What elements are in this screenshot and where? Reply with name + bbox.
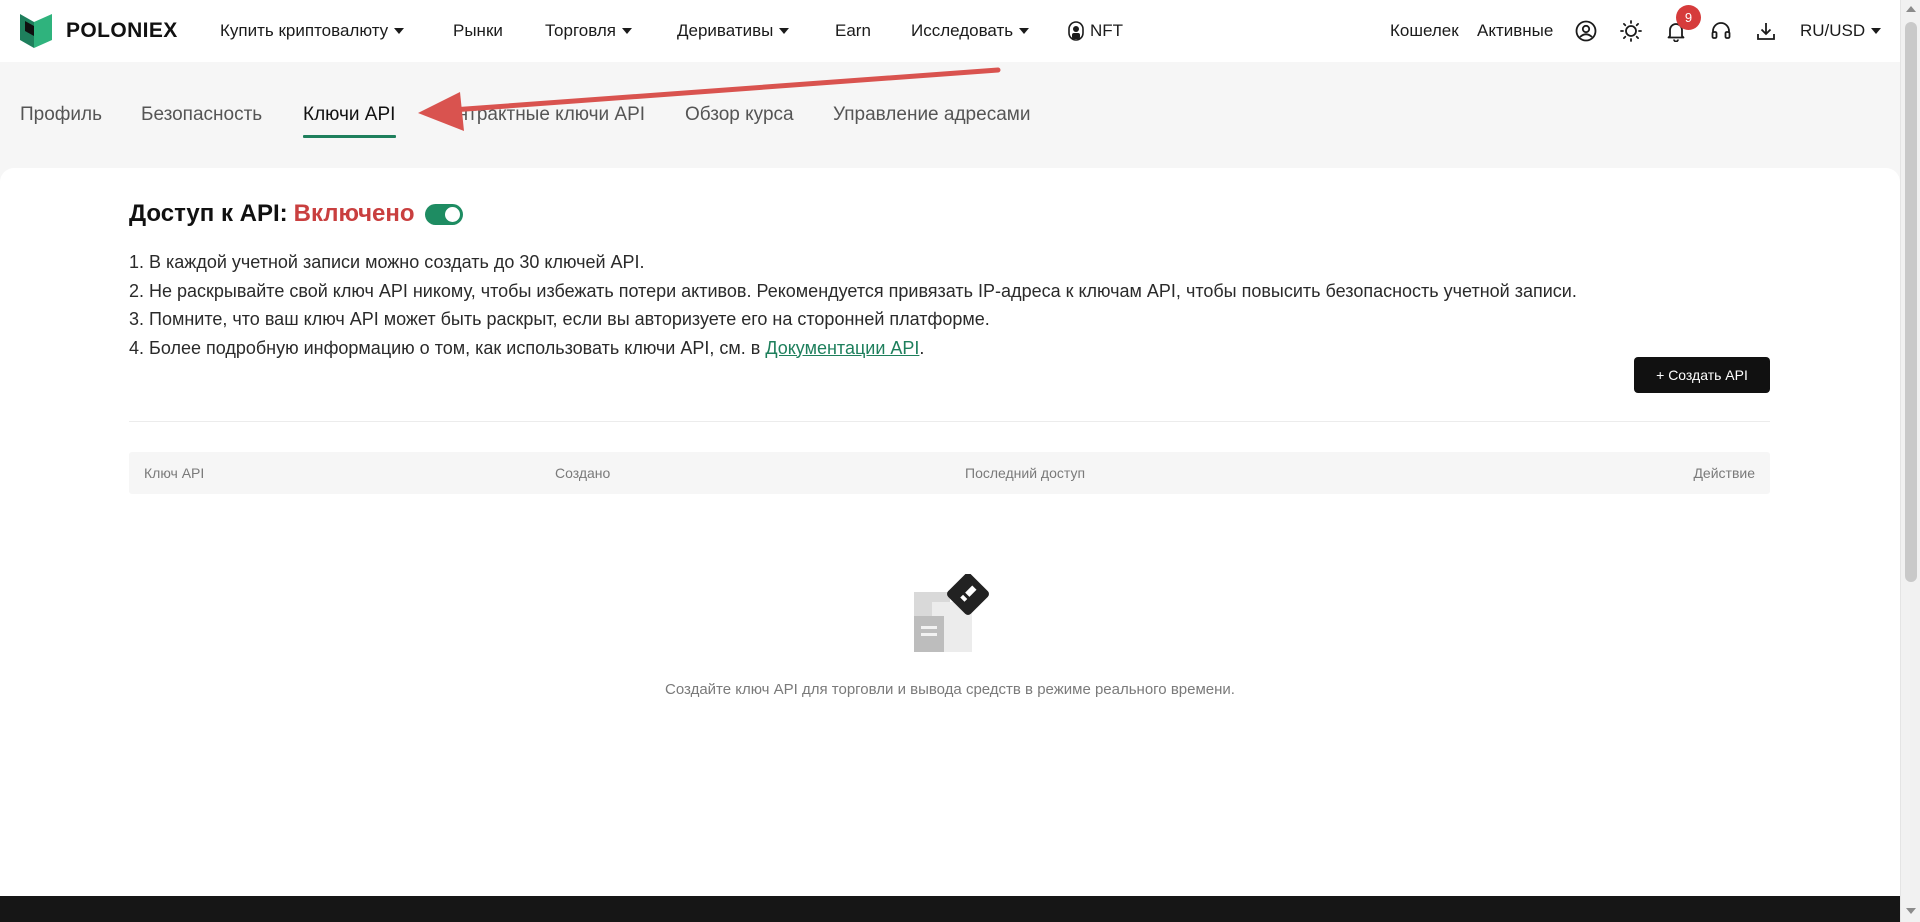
locale-label: RU/USD <box>1800 21 1866 40</box>
api-keys-panel: Доступ к API: Включено 1. В каждой учетн… <box>0 168 1900 896</box>
nav-derivatives-label: Деривативы <box>677 21 774 40</box>
nav-explore[interactable]: Исследовать <box>911 21 1030 41</box>
rule-item: 2. Не раскрывайте свой ключ API никому, … <box>129 280 1577 301</box>
locale-selector[interactable]: RU/USD <box>1800 21 1882 41</box>
api-access-toggle[interactable] <box>424 203 463 225</box>
nav-earn-label: Earn <box>835 21 871 40</box>
section-divider <box>129 421 1770 422</box>
download-icon <box>1757 23 1775 40</box>
user-circle-icon <box>1575 20 1597 42</box>
support-button[interactable] <box>1709 19 1733 43</box>
rule-item-text: 4. Более подробную информацию о том, как… <box>129 337 766 358</box>
nav-nft-label: NFT <box>1090 21 1124 40</box>
empty-state-text: Создайте ключ API для торговли и вывода … <box>665 681 1235 698</box>
nav-trading[interactable]: Торговля <box>545 21 633 41</box>
scroll-down-arrow-icon[interactable] <box>1906 908 1916 914</box>
headset-icon <box>1711 22 1731 39</box>
footer-strip <box>0 896 1900 922</box>
page-scrollbar[interactable] <box>1900 0 1920 922</box>
tab-address-management[interactable]: Управление адресами <box>833 104 1030 126</box>
rule-item-suffix: . <box>919 337 925 358</box>
theme-toggle-button[interactable] <box>1619 19 1643 43</box>
brand-name: POLONIEX <box>66 19 178 42</box>
api-docs-link[interactable]: Документации API <box>765 338 919 358</box>
api-rules-list: 1. В каждой учетной записи можно создать… <box>129 248 1609 362</box>
chevron-down-icon <box>622 28 633 34</box>
nav-nft[interactable]: NFT <box>1068 21 1123 41</box>
chevron-down-icon <box>1871 28 1882 34</box>
rule-item: 4. Более подробную информацию о том, как… <box>129 334 1609 363</box>
column-header-last-access: Последний доступ <box>965 465 1086 481</box>
download-button[interactable] <box>1754 19 1778 43</box>
account-tabs: Профиль Безопасность Ключи API Контрактн… <box>0 62 1900 168</box>
nav-trading-label: Торговля <box>545 21 617 40</box>
nav-derivatives[interactable]: Деривативы <box>677 21 790 41</box>
chevron-down-icon <box>1019 28 1030 34</box>
nav-markets-label: Рынки <box>453 21 503 40</box>
api-access-status: Включено <box>293 200 415 227</box>
top-header: POLONIEX Купить криптовалюту Рынки Торго… <box>0 0 1900 62</box>
column-header-api-key: Ключ API <box>144 465 205 481</box>
nft-avatar-icon <box>1068 21 1084 41</box>
chevron-down-icon <box>779 28 790 34</box>
empty-state-icon <box>910 573 994 663</box>
nav-buy-crypto-label: Купить криптовалюту <box>220 21 389 40</box>
api-keys-table-header: Ключ API Создано Последний доступ Действ… <box>129 452 1770 494</box>
tab-course-review[interactable]: Обзор курса <box>685 104 794 126</box>
sun-icon <box>1620 20 1642 42</box>
rule-item: 3. Помните, что ваш ключ API может быть … <box>129 309 990 329</box>
column-header-action: Действие <box>1693 465 1755 481</box>
tab-api-keys[interactable]: Ключи API <box>303 104 395 126</box>
poloniex-logo-icon <box>20 14 52 48</box>
wallet-link[interactable]: Кошелек <box>1390 21 1459 41</box>
create-api-button[interactable]: + Создать API <box>1634 357 1770 393</box>
notifications-button[interactable]: 9 <box>1664 5 1701 43</box>
notification-count-badge: 9 <box>1676 5 1701 30</box>
scrollbar-thumb[interactable] <box>1905 22 1917 582</box>
column-header-created: Создано <box>555 465 611 481</box>
brand-logo[interactable]: POLONIEX <box>20 14 178 48</box>
tab-security[interactable]: Безопасность <box>141 104 262 126</box>
nav-earn[interactable]: Earn <box>835 21 871 41</box>
assets-link[interactable]: Активные <box>1477 21 1553 41</box>
active-tab-indicator <box>303 135 396 138</box>
account-button[interactable] <box>1574 19 1598 43</box>
rule-item: 1. В каждой учетной записи можно создать… <box>129 252 645 272</box>
api-access-heading: Доступ к API: Включено <box>129 200 463 228</box>
scroll-up-arrow-icon[interactable] <box>1906 6 1916 12</box>
nav-markets[interactable]: Рынки <box>453 21 503 41</box>
nav-buy-crypto[interactable]: Купить криптовалюту <box>220 21 405 41</box>
tab-profile[interactable]: Профиль <box>20 104 102 126</box>
chevron-down-icon <box>394 28 405 34</box>
tab-contract-api-keys[interactable]: Контрактные ключи API <box>436 104 645 126</box>
nav-explore-label: Исследовать <box>911 21 1014 40</box>
api-access-title: Доступ к API: <box>129 200 288 227</box>
